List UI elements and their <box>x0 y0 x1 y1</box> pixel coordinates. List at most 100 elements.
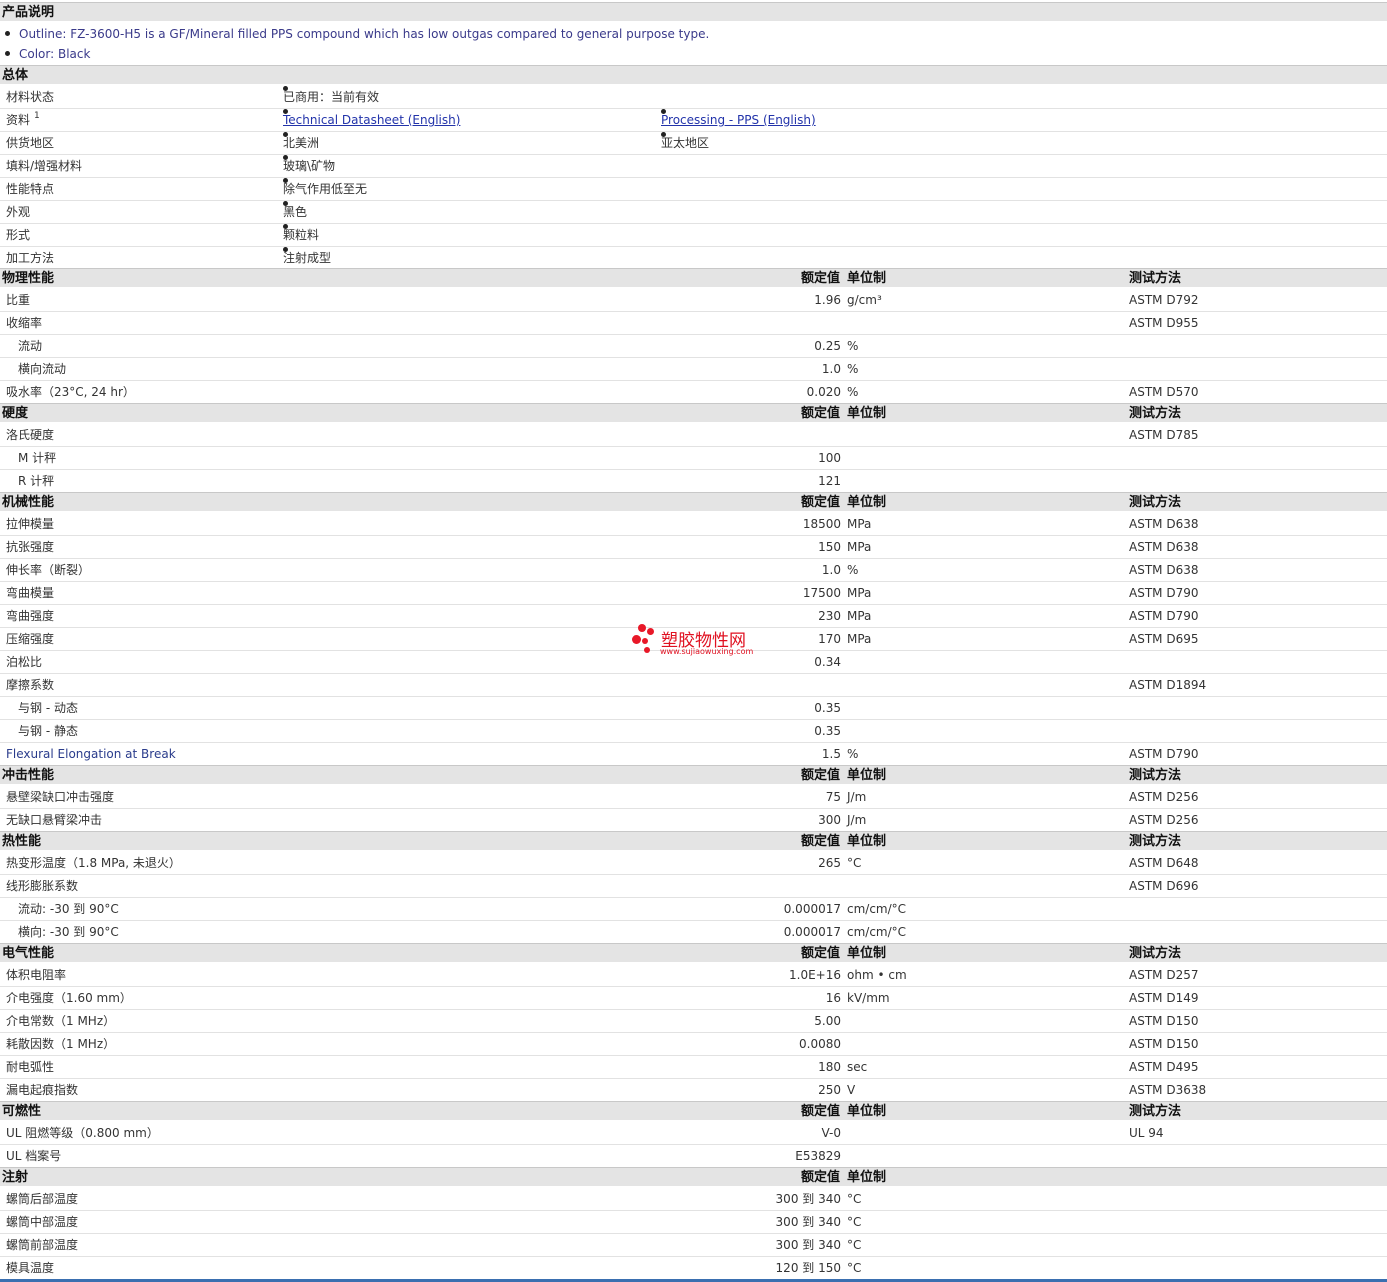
row-nominal-value: 1.96 <box>814 293 841 307</box>
row-label: 外观 <box>6 205 31 219</box>
table-row: 线形膨胀系数 ASTM D696 <box>0 875 1387 898</box>
row-test-method: ASTM D150 <box>1129 1014 1199 1028</box>
row-label: 伸长率（断裂） <box>6 563 91 577</box>
table-row: 伸长率（断裂） 1.0% ASTM D638 <box>0 559 1387 582</box>
logo-dot-icon <box>642 638 648 644</box>
table-row: 拉伸模量 18500 MPa ASTM D638 <box>0 513 1387 536</box>
general-row: 材料状态 已商用：当前有效 <box>0 86 1387 109</box>
section-header-mechanical: 机械性能 额定值 单位制 测试方法 <box>0 492 1387 511</box>
row-test-method: ASTM D790 <box>1129 586 1199 600</box>
row-value-text: 颗粒料 <box>283 228 320 242</box>
row-label: 与钢 - 动态 <box>18 701 78 715</box>
table-row: 螺筒中部温度 300 到 340 °C <box>0 1211 1387 1234</box>
row-label: 线形膨胀系数 <box>6 879 79 893</box>
row-unit: % <box>847 747 859 761</box>
row-test-method: UL 94 <box>1129 1126 1164 1140</box>
column-header-test: 测试方法 <box>1129 1104 1182 1119</box>
desc-color: Color: Black <box>0 44 1387 64</box>
row-label: 热变形温度（1.8 MPa, 未退火） <box>6 856 181 870</box>
row-test-method: ASTM D696 <box>1129 879 1199 893</box>
row-nominal-value: 16 <box>825 991 841 1005</box>
row-value-text: 北美洲 <box>283 136 320 150</box>
row-nominal-value: 230 <box>818 609 841 623</box>
section-header-physical: 物理性能 额定值 单位制 测试方法 <box>0 268 1387 287</box>
column-header-nominal: 额定值 <box>800 1104 840 1119</box>
table-row: 与钢 - 动态 0.35 <box>0 697 1387 720</box>
row-unit: MPa <box>847 632 872 646</box>
row-unit: % <box>847 385 859 399</box>
table-row: 洛氏硬度 ASTM D785 <box>0 424 1387 447</box>
row-unit: °C <box>847 1192 862 1206</box>
row-test-method: ASTM D256 <box>1129 813 1199 827</box>
desc-outline-text: Outline: FZ-3600-H5 is a GF/Mineral fill… <box>19 27 710 41</box>
row-nominal-value: 0.25 <box>814 339 841 353</box>
row-value-text: 注射成型 <box>283 251 332 265</box>
row-test-method: ASTM D638 <box>1129 517 1199 531</box>
row-nominal-value: 1.0 <box>821 362 841 376</box>
row-unit: cm/cm/°C <box>847 925 907 939</box>
column-header-test: 测试方法 <box>1129 834 1182 849</box>
row-label: 漏电起痕指数 <box>6 1083 79 1097</box>
table-row: 热变形温度（1.8 MPa, 未退火） 265 °C ASTM D648 <box>0 852 1387 875</box>
table-row: 流动 0.25% <box>0 335 1387 358</box>
table-row: 吸水率（23°C, 24 hr） 0.020% ASTM D570 <box>0 381 1387 404</box>
row-unit: sec <box>847 1060 868 1074</box>
row-label: 形式 <box>6 228 31 242</box>
section-title: 硬度 <box>2 406 29 421</box>
row-unit: kV/mm <box>847 991 890 1005</box>
row-nominal-value: 300 到 340 <box>775 1192 841 1206</box>
row-nominal-value: 1.0E+16 <box>789 968 841 982</box>
row-value-text: 黑色 <box>283 205 308 219</box>
table-row: UL 档案号 E53829 <box>0 1145 1387 1168</box>
row-nominal-value: 265 <box>818 856 841 870</box>
row-unit: °C <box>847 1238 862 1252</box>
row-test-method: ASTM D257 <box>1129 968 1199 982</box>
table-row: 与钢 - 静态 0.35 <box>0 720 1387 743</box>
row-nominal-value: 120 到 150 <box>775 1261 841 1275</box>
section-title: 机械性能 <box>2 495 55 510</box>
column-header-unit: 单位制 <box>847 1170 887 1185</box>
row-test-method: ASTM D638 <box>1129 540 1199 554</box>
column-header-test: 测试方法 <box>1129 946 1182 961</box>
row-unit: MPa <box>847 540 872 554</box>
row-label: 填料/增强材料 <box>6 159 83 173</box>
column-header-nominal: 额定值 <box>800 834 840 849</box>
row-unit: ohm • cm <box>847 968 907 982</box>
row-test-method: ASTM D3638 <box>1129 1083 1207 1097</box>
row-label: 洛氏硬度 <box>6 428 55 442</box>
row-test-method: ASTM D790 <box>1129 609 1199 623</box>
column-header-test: 测试方法 <box>1129 495 1182 510</box>
general-row: 加工方法 注射成型 <box>0 247 1387 270</box>
row-label: 性能特点 <box>6 182 55 196</box>
row-test-method: ASTM D149 <box>1129 991 1199 1005</box>
section-header-injection: 注射 额定值 单位制 <box>0 1167 1387 1186</box>
row-label: M 计秤 <box>18 451 57 465</box>
table-row: 摩擦系数 ASTM D1894 <box>0 674 1387 697</box>
logo-dot-icon <box>647 628 654 635</box>
row-nominal-value: 0.000017 <box>783 925 841 939</box>
row-nominal-value: V-0 <box>821 1126 841 1140</box>
row-nominal-value: 170 <box>818 632 841 646</box>
logo-dot-icon <box>632 635 641 644</box>
row-label: 介电强度（1.60 mm） <box>6 991 132 1005</box>
row-label: 悬壁梁缺口冲击强度 <box>6 790 115 804</box>
table-row: 收缩率 ASTM D955 <box>0 312 1387 335</box>
table-row: R 计秤 121 <box>0 470 1387 493</box>
table-row: 螺筒前部温度 300 到 340 °C <box>0 1234 1387 1257</box>
column-header-nominal: 额定值 <box>800 406 840 421</box>
row-label: 无缺口悬臂梁冲击 <box>6 813 103 827</box>
row-nominal-value: 0.020 <box>806 385 841 399</box>
column-header-unit: 单位制 <box>847 1104 887 1119</box>
row-test-method: ASTM D695 <box>1129 632 1199 646</box>
general-row: 供货地区 北美洲 亚太地区 <box>0 132 1387 155</box>
row-label: 弯曲强度 <box>6 609 55 623</box>
processing-pps-link[interactable]: Processing - PPS (English) <box>661 109 816 131</box>
row-test-method: ASTM D1894 <box>1129 678 1207 692</box>
section-title: 总体 <box>2 68 29 83</box>
column-header-unit: 单位制 <box>847 271 887 286</box>
row-label: 供货地区 <box>6 136 55 150</box>
row-unit: cm/cm/°C <box>847 902 907 916</box>
row-nominal-value: 0.35 <box>814 701 841 715</box>
technical-datasheet-link[interactable]: Technical Datasheet (English) <box>283 109 460 131</box>
table-row: 横向流动 1.0% <box>0 358 1387 381</box>
